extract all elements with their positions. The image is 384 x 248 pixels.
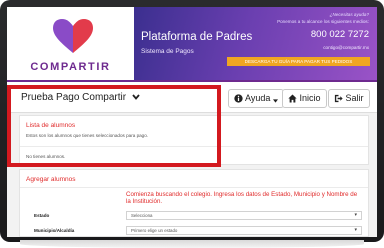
municipality-label: Municipio/Alcaldía xyxy=(34,228,75,233)
help-label: Ayuda xyxy=(245,93,271,103)
caret-down-icon: ▾ xyxy=(354,227,357,233)
logout-label: Salir xyxy=(345,93,364,103)
help-prompt: ¿Necesitas ayuda? xyxy=(329,12,369,17)
account-dropdown-label: Prueba Pago Compartir xyxy=(21,92,127,103)
toolbar: Prueba Pago Compartir Ayuda Inicio Salir xyxy=(7,82,377,113)
municipality-select-value: Primero elige un estado xyxy=(131,228,178,233)
info-icon xyxy=(234,93,245,103)
state-select-value: Selecciona xyxy=(131,213,153,218)
logo-text: COMPARTIR xyxy=(30,61,111,73)
caret-down-icon xyxy=(272,93,278,103)
heart-logo-icon xyxy=(53,19,93,53)
header-banner: Plataforma de Padres Sistema de Pagos ¿N… xyxy=(134,7,377,80)
students-list-description: Estos son los alumnos que tienes selecci… xyxy=(26,133,149,138)
platform-title: Plataforma de Padres xyxy=(141,31,253,43)
students-list-title: Lista de alumnos xyxy=(26,122,76,129)
system-subtitle: Sistema de Pagos xyxy=(141,48,194,55)
support-email[interactable]: contigo@compartir.mx xyxy=(323,45,369,50)
screen: COMPARTIR Plataforma de Padres Sistema d… xyxy=(7,7,377,237)
caret-down-icon: ▾ xyxy=(354,212,357,218)
students-list-panel: Lista de alumnos Estos son los alumnos q… xyxy=(19,115,369,165)
account-dropdown[interactable]: Prueba Pago Compartir xyxy=(21,92,140,103)
site-header: COMPARTIR Plataforma de Padres Sistema d… xyxy=(7,7,377,80)
state-select[interactable]: Selecciona ▾ xyxy=(126,211,362,220)
help-channels-text: Ponemos a tu alcance los siguientes medi… xyxy=(277,19,369,24)
add-students-title: Agregar alumnos xyxy=(26,176,76,183)
sign-out-icon xyxy=(334,93,346,103)
monitor-shadow xyxy=(20,240,364,248)
divider xyxy=(20,187,368,188)
help-button[interactable]: Ayuda xyxy=(228,89,284,108)
home-button[interactable]: Inicio xyxy=(282,89,327,108)
divider xyxy=(20,146,368,147)
state-label: Estado xyxy=(34,213,50,218)
support-phone[interactable]: 800 022 7272 xyxy=(311,29,369,40)
students-empty-message: No tienes alumnos. xyxy=(26,154,66,159)
logo[interactable]: COMPARTIR xyxy=(7,7,134,80)
chevron-down-icon xyxy=(132,93,140,102)
logout-button[interactable]: Salir xyxy=(328,89,370,108)
home-icon xyxy=(288,93,300,103)
payment-guide-button[interactable]: DESCARGA TU GUÍA PARA PAGAR TUS PEDIDOS xyxy=(227,57,370,66)
add-students-panel: Agregar alumnos Comienza buscando el col… xyxy=(19,169,369,237)
municipality-select[interactable]: Primero elige un estado ▾ xyxy=(126,226,362,235)
home-label: Inicio xyxy=(299,93,321,103)
search-instructions: Comienza buscando el colegio. Ingresa lo… xyxy=(126,191,358,205)
